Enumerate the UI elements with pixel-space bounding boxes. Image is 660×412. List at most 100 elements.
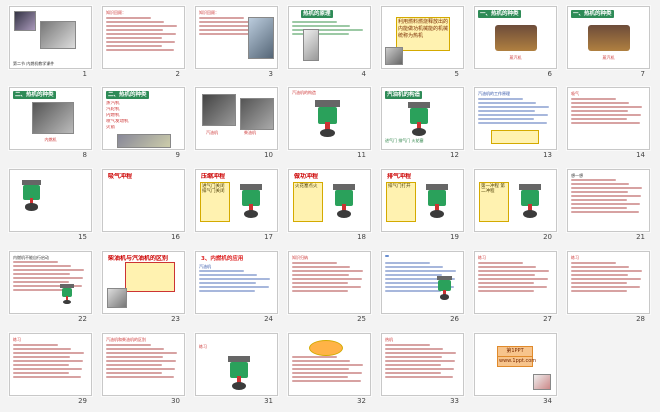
slide-thumbnail[interactable]: 第二节 内燃机教学课件 [9, 6, 92, 69]
slide-thumbnail[interactable]: 练习 [567, 251, 650, 314]
slide-thumbnail[interactable]: 一、热机的种类 蒸汽机 [474, 6, 557, 69]
slide-text: 知识回顾： [106, 10, 126, 15]
slide-text: 汽油机和柴油机的区别 [106, 337, 146, 342]
slide-text: 内燃机不能自行启动 [13, 255, 49, 260]
slide-number: 6 [547, 70, 552, 78]
slide-cell[interactable]: 练习 27 [468, 248, 561, 330]
slide-cell[interactable]: 吸气冲程 16 [96, 166, 189, 248]
slide-thumbnail[interactable]: 做功冲程 火花塞点火 [288, 169, 371, 232]
slide-thumbnail[interactable]: 汽油机的构造 [288, 87, 371, 150]
slide-cell[interactable]: 练习 28 [561, 248, 654, 330]
slide-cell[interactable]: 第1PPT www.1ppt.com 34 [468, 330, 561, 412]
list-item: 火箭 [106, 125, 115, 130]
slide-thumbnail[interactable]: 利用燃料燃烧释放出的内能做功机械能的机械统称为热机 [381, 6, 464, 69]
slide-thumbnail[interactable]: 汽油机的构造 进气门 排气门 火花塞 [381, 87, 464, 150]
slide-cell[interactable]: 26 [375, 248, 468, 330]
slide-text: 汽油机的工作原理 [478, 91, 510, 96]
slide-number: 34 [543, 397, 552, 405]
slide-cell[interactable]: 15 [3, 166, 96, 248]
slide-thumbnail[interactable]: 二、热机的种类 蒸汽机 汽轮机 内燃机 喷气发动机 火箭 [102, 87, 185, 150]
slide-title: 二、热机的种类 [106, 91, 149, 99]
slide-thumbnail[interactable]: 二、热机的种类 内燃机 [9, 87, 92, 150]
slide-cell[interactable]: 利用燃料燃烧释放出的内能做功机械能的机械统称为热机 5 [375, 3, 468, 85]
list-item: 内燃机 [106, 113, 120, 118]
slide-cell[interactable]: 压缩冲程 进气门关闭 排气门关闭 17 [189, 166, 282, 248]
slide-thumbnail[interactable]: 汽油机的工作原理 [474, 87, 557, 150]
slide-thumbnail[interactable]: 热机 [381, 333, 464, 396]
slide-cell[interactable]: 第二节 内燃机教学课件 1 [3, 3, 96, 85]
slide-cell[interactable]: 知识回顾： 3 [189, 3, 282, 85]
slide-thumbnail[interactable]: 知识归纳 [288, 251, 371, 314]
slide-cell[interactable]: 汽油机的构造 11 [282, 84, 375, 166]
slide-cell[interactable]: 汽油机的工作原理 13 [468, 84, 561, 166]
slide-cell[interactable]: 3、内燃机的应用 汽油机 24 [189, 248, 282, 330]
text-lines [571, 179, 646, 215]
slide-cell[interactable]: 知识归纳 25 [282, 248, 375, 330]
slide-cell[interactable]: 想一想 21 [561, 166, 654, 248]
slide-thumbnail[interactable]: 一、热机的种类 蒸汽机 [567, 6, 650, 69]
slide-cell[interactable]: 练习 31 [189, 330, 282, 412]
slide-cell[interactable]: 热机的原理 4 [282, 3, 375, 85]
slide-thumbnail[interactable]: 汽油机和柴油机的区别 [102, 333, 185, 396]
slide-thumbnail[interactable]: 想一想 [567, 169, 650, 232]
slide-cell[interactable]: 吸气 14 [561, 84, 654, 166]
highlight-box [491, 130, 539, 144]
slide-thumbnail[interactable]: 吸气 [567, 87, 650, 150]
slide-thumbnail[interactable]: 知识回顾： [195, 6, 278, 69]
slide-title: 一、热机的种类 [478, 10, 521, 18]
slide-text: 吸气 [571, 91, 579, 96]
slide-thumbnail[interactable] [9, 169, 92, 232]
slide-cell[interactable]: 汽油机的构造 进气门 排气门 火花塞 12 [375, 84, 468, 166]
slide-thumbnail[interactable]: 练习 [195, 333, 278, 396]
text-lines [13, 344, 88, 380]
slide-cell[interactable]: 二、热机的种类 蒸汽机 汽轮机 内燃机 喷气发动机 火箭 9 [96, 84, 189, 166]
slide-thumbnail[interactable]: 排气冲程 排气门打开 [381, 169, 464, 232]
slide-cell[interactable]: 32 [282, 330, 375, 412]
slide-thumbnail[interactable]: 练习 [9, 333, 92, 396]
slide-thumbnail[interactable]: 汽油机 柴油机 [195, 87, 278, 150]
slide-cell[interactable]: 热机 33 [375, 330, 468, 412]
engine-photo [32, 102, 74, 134]
slide-number: 15 [78, 233, 87, 241]
slide-thumbnail[interactable]: 第一冲程 第二冲程 [474, 169, 557, 232]
highlight-box: 利用燃料燃烧释放出的内能做功机械能的机械统称为热机 [396, 17, 450, 51]
slide-thumbnail[interactable]: 练习 [474, 251, 557, 314]
slide-cell[interactable]: 一、热机的种类 蒸汽机 7 [561, 3, 654, 85]
slide-number: 20 [543, 233, 552, 241]
slide-cell[interactable]: 一、热机的种类 蒸汽机 6 [468, 3, 561, 85]
slide-thumbnail[interactable] [288, 333, 371, 396]
steam-engine-illustration [588, 25, 630, 51]
slide-cell[interactable]: 汽油机 柴油机 10 [189, 84, 282, 166]
slide-title: 排气冲程 [387, 173, 412, 180]
diesel-engine-photo [240, 98, 274, 130]
slide-cell[interactable]: 排气冲程排气门打开 19 [375, 166, 468, 248]
engine-photo [14, 11, 36, 31]
slide-thumbnail[interactable]: 压缩冲程 进气门关闭 排气门关闭 [195, 169, 278, 232]
slide-cell[interactable]: 知识回顾： 2 [96, 3, 189, 85]
description-box: 排气门打开 [386, 182, 416, 222]
slide-title: 热机的原理 [301, 10, 333, 18]
slide-cell[interactable]: 做功冲程 火花塞点火 18 [282, 166, 375, 248]
slide-text: 汽油机的构造 [292, 90, 316, 95]
slide-cell[interactable]: 内燃机不能自行启动 22 [3, 248, 96, 330]
slide-cell[interactable]: 练习 29 [3, 330, 96, 412]
slide-cell[interactable]: 第一冲程 第二冲程 20 [468, 166, 561, 248]
slide-thumbnail[interactable]: 第1PPT www.1ppt.com [474, 333, 557, 396]
slide-title: 一、热机的种类 [571, 10, 614, 18]
slide-thumbnail[interactable]: 热机的原理 [288, 6, 371, 69]
small-photo [385, 47, 403, 65]
slide-thumbnail[interactable]: 内燃机不能自行启动 [9, 251, 92, 314]
text-lines [478, 262, 553, 294]
slide-thumbnail[interactable]: 柴油机与汽油机的区别 [102, 251, 185, 314]
slide-title [478, 337, 482, 339]
slide-number: 33 [450, 397, 459, 405]
slide-thumbnail[interactable]: 知识回顾： [102, 6, 185, 69]
slide-thumbnail[interactable] [381, 251, 464, 314]
slide-cell[interactable]: 二、热机的种类 内燃机 8 [3, 84, 96, 166]
slide-number: 24 [264, 315, 273, 323]
slide-cell[interactable]: 柴油机与汽油机的区别 23 [96, 248, 189, 330]
slide-number: 19 [450, 233, 459, 241]
slide-cell[interactable]: 汽油机和柴油机的区别 30 [96, 330, 189, 412]
slide-thumbnail[interactable]: 3、内燃机的应用 汽油机 [195, 251, 278, 314]
slide-thumbnail[interactable]: 吸气冲程 [102, 169, 185, 232]
